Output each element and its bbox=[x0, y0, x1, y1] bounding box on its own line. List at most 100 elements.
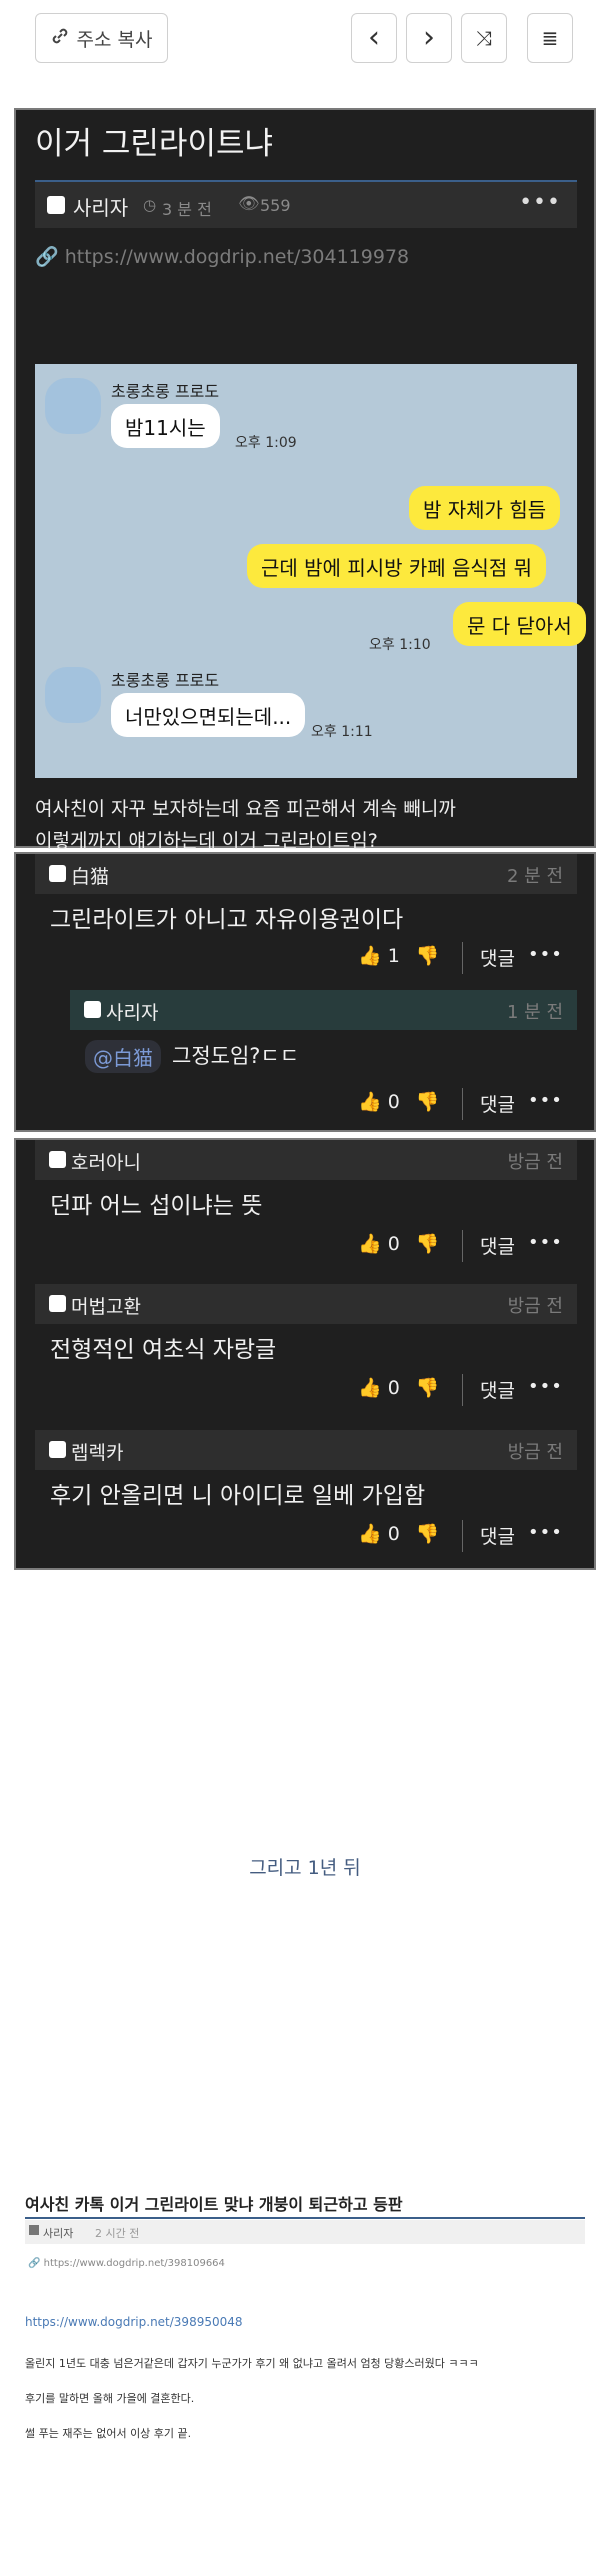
divider bbox=[462, 1088, 463, 1120]
chat-time: 오후 1:09 bbox=[235, 435, 297, 451]
thumbs-up-icon[interactable]: 👍 bbox=[358, 945, 382, 967]
comment-time: 방금 전 bbox=[507, 1296, 563, 1317]
more-icon[interactable]: ••• bbox=[528, 1522, 563, 1543]
comment-text: 후기 안올리면 니 아이디로 일베 가입함 bbox=[50, 1483, 426, 1509]
random-button[interactable]: ⤨ bbox=[461, 13, 507, 63]
comment-text: 그정도임?ㄷㄷ bbox=[172, 1044, 300, 1068]
chevron-left-icon: ‹ bbox=[368, 20, 380, 55]
link-icon bbox=[51, 27, 69, 50]
followup-link-url[interactable]: https://www.dogdrip.net/398109664 bbox=[44, 2258, 225, 2269]
followup-body-line: 후기를 말하면 올해 가을에 결혼한다. bbox=[25, 2392, 195, 2405]
chevron-right-icon: › bbox=[423, 20, 435, 55]
next-button[interactable]: › bbox=[406, 13, 452, 63]
link-icon: 🔗 bbox=[35, 246, 59, 268]
post-time: 3 분 전 bbox=[162, 200, 212, 219]
comment-author[interactable]: 머법고환 bbox=[71, 1292, 141, 1319]
comment-actions: 👍 0 👎 bbox=[358, 1090, 440, 1120]
avatar bbox=[29, 2225, 39, 2235]
comment-header: 白猫 2 분 전 bbox=[35, 854, 577, 894]
comment-header: 렙렉카 방금 전 bbox=[35, 1430, 577, 1470]
followup-link-2[interactable]: https://www.dogdrip.net/398950048 bbox=[25, 2315, 243, 2329]
more-icon[interactable]: ••• bbox=[528, 1376, 563, 1397]
comment-author[interactable]: 렙렉카 bbox=[71, 1438, 123, 1465]
reply-label: 댓글 bbox=[480, 948, 515, 970]
chat-screenshot: 초롱초롱 프로도 밤11시는 오후 1:09 밤 자체가 힘듬 근데 밤에 피시… bbox=[35, 364, 586, 778]
comment-time: 2 분 전 bbox=[506, 866, 563, 887]
comment-header: 호러아니 방금 전 bbox=[35, 1140, 577, 1180]
thumbs-up-icon[interactable]: 👍 bbox=[358, 1091, 382, 1113]
comment-text: 전형적인 여초식 자랑글 bbox=[50, 1337, 277, 1363]
comment-time: 방금 전 bbox=[507, 1442, 563, 1463]
reply-label: 댓글 bbox=[480, 1236, 515, 1258]
avatar bbox=[47, 196, 65, 214]
followup-link[interactable]: 🔗 https://www.dogdrip.net/398109664 bbox=[28, 2258, 225, 2269]
followup-screenshot: 여사친 카톡 이거 그린라이트 맞냐 개붕이 퇴근하고 등판 사리자 2 시간 … bbox=[0, 2175, 610, 2560]
reply-button[interactable]: 댓글 bbox=[480, 944, 515, 974]
chat-bubble-mine: 밤 자체가 힘듬 bbox=[409, 486, 561, 530]
avatar bbox=[49, 865, 66, 882]
reply-button[interactable]: 댓글 bbox=[480, 1232, 515, 1262]
post-title: 이거 그린라이트냐 bbox=[35, 126, 274, 162]
profile-avatar bbox=[45, 667, 101, 723]
avatar bbox=[49, 1151, 66, 1168]
followup-body-line: 썰 푸는 재주는 없어서 이상 후기 끝. bbox=[25, 2427, 192, 2440]
toolbar: 주소 복사 ‹ › ⤨ ≣ bbox=[0, 0, 610, 76]
thumbs-down-icon[interactable]: 👎 bbox=[416, 1523, 440, 1545]
reply-button[interactable]: 댓글 bbox=[480, 1090, 515, 1120]
post-author[interactable]: 사리자 bbox=[73, 192, 128, 221]
eye-icon: 👁 bbox=[238, 194, 260, 214]
followup-body-line: 올린지 1년도 대충 넘은거같은데 갑자기 누군가가 후기 왜 없냐고 올려서 … bbox=[25, 2357, 479, 2370]
divider bbox=[462, 942, 463, 974]
like-count: 0 bbox=[387, 1091, 400, 1113]
chat-bubble: 밤11시는 bbox=[111, 404, 220, 448]
post-link-url[interactable]: https://www.dogdrip.net/304119978 bbox=[65, 246, 409, 268]
more-icon[interactable]: ••• bbox=[528, 944, 563, 965]
chat-time: 오후 1:10 bbox=[369, 637, 431, 653]
thumbs-up-icon[interactable]: 👍 bbox=[358, 1523, 382, 1545]
reply-header: 사리자 1 분 전 bbox=[70, 990, 577, 1030]
avatar bbox=[49, 1295, 66, 1312]
avatar bbox=[49, 1441, 66, 1458]
thumbs-down-icon[interactable]: 👎 bbox=[416, 1091, 440, 1113]
copy-address-button[interactable]: 주소 복사 bbox=[35, 13, 168, 63]
post-link[interactable]: 🔗 https://www.dogdrip.net/304119978 bbox=[35, 245, 409, 268]
reply-label: 댓글 bbox=[480, 1094, 515, 1116]
reply-label: 댓글 bbox=[480, 1526, 515, 1548]
list-button[interactable]: ≣ bbox=[527, 13, 573, 63]
list-icon: ≣ bbox=[541, 26, 559, 50]
reply-button[interactable]: 댓글 bbox=[480, 1376, 515, 1406]
link-icon: 🔗 bbox=[28, 2258, 41, 2269]
divider bbox=[462, 1230, 463, 1262]
more-icon[interactable]: ••• bbox=[519, 190, 561, 215]
more-icon[interactable]: ••• bbox=[528, 1090, 563, 1111]
comment-actions: 👍 0 👎 bbox=[358, 1522, 440, 1552]
thumbs-down-icon[interactable]: 👎 bbox=[416, 945, 440, 967]
more-icon[interactable]: ••• bbox=[528, 1232, 563, 1253]
divider bbox=[462, 1374, 463, 1406]
divider bbox=[25, 2217, 585, 2219]
shuffle-icon: ⤨ bbox=[476, 26, 492, 50]
reply-button[interactable]: 댓글 bbox=[480, 1522, 515, 1552]
post-body-line: 이렇게까지 얘기하는데 이거 그린라이트임? bbox=[35, 830, 378, 852]
mention-tag[interactable]: @白猫 bbox=[85, 1040, 161, 1073]
chat-sender-name: 초롱초롱 프로도 bbox=[111, 671, 220, 690]
chat-bubble-mine: 문 다 닫아서 bbox=[453, 602, 586, 646]
thumbs-down-icon[interactable]: 👎 bbox=[416, 1233, 440, 1255]
chat-sender-name: 초롱초롱 프로도 bbox=[111, 382, 220, 401]
thumbs-down-icon[interactable]: 👎 bbox=[416, 1377, 440, 1399]
comment-author[interactable]: 사리자 bbox=[106, 998, 158, 1025]
divider bbox=[462, 1520, 463, 1552]
followup-author: 사리자 bbox=[43, 2227, 74, 2240]
comment-actions: 👍 0 👎 bbox=[358, 1232, 440, 1262]
comment-author[interactable]: 호러아니 bbox=[71, 1148, 141, 1175]
profile-avatar bbox=[45, 378, 101, 434]
prev-button[interactable]: ‹ bbox=[351, 13, 397, 63]
chat-bubble-mine: 근데 밤에 피시방 카페 음식점 뭐 bbox=[247, 544, 546, 588]
reply-label: 댓글 bbox=[480, 1380, 515, 1402]
comment-author[interactable]: 白猫 bbox=[71, 862, 109, 889]
thumbs-up-icon[interactable]: 👍 bbox=[358, 1377, 382, 1399]
comment-time: 1 분 전 bbox=[506, 1002, 563, 1023]
thumbs-up-icon[interactable]: 👍 bbox=[358, 1233, 382, 1255]
like-count: 1 bbox=[387, 945, 400, 967]
comment-text: 그린라이트가 아니고 자유이용권이다 bbox=[50, 907, 404, 933]
